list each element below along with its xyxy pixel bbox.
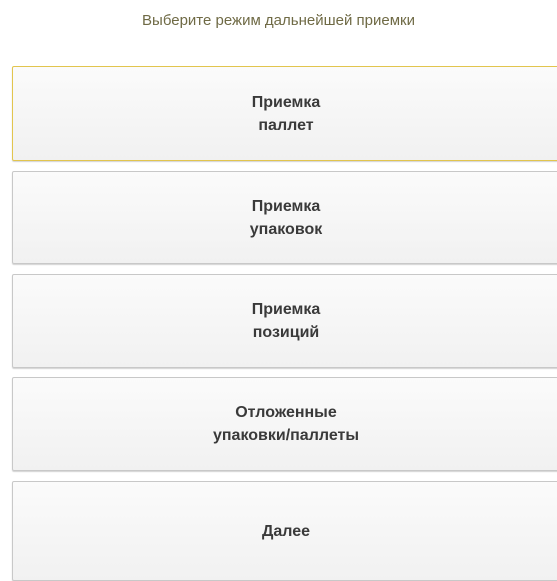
next-button[interactable]: Далее	[12, 481, 557, 581]
deferred-packages-pallets-button[interactable]: Отложенные упаковки/паллеты	[12, 377, 557, 471]
receive-items-label: Приемка позиций	[251, 301, 321, 341]
receive-items-button[interactable]: Приемка позиций	[12, 274, 557, 368]
deferred-packages-pallets-label: Отложенные упаковки/паллеты	[212, 404, 360, 444]
receive-packages-label: Приемка упаковок	[249, 197, 323, 238]
receive-pallets-label: Приемка паллет	[251, 93, 321, 134]
receive-pallets-button[interactable]: Приемка паллет	[12, 66, 557, 161]
next-label: Далее	[261, 522, 311, 540]
mode-prompt: Выберите режим дальнейшей приемки	[142, 12, 415, 29]
receive-packages-button[interactable]: Приемка упаковок	[12, 171, 557, 264]
